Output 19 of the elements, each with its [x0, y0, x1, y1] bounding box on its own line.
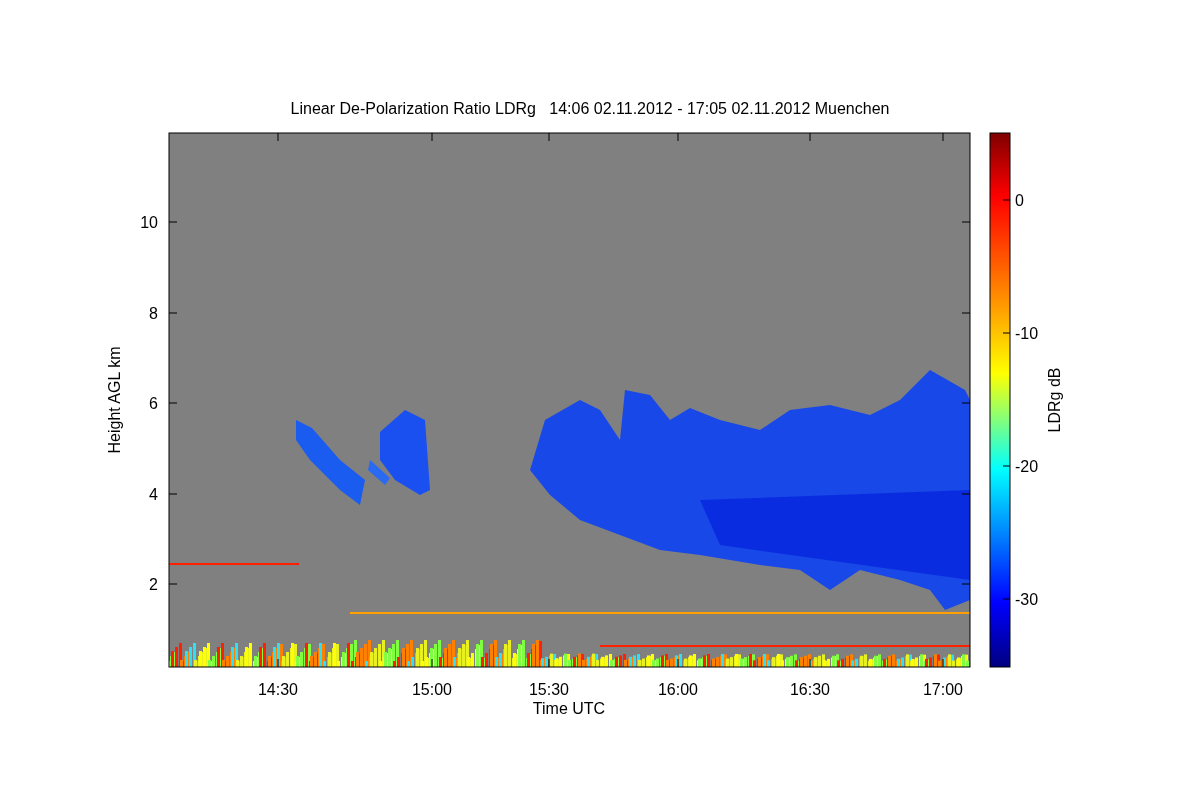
x-tick-label: 16:00 [658, 681, 698, 698]
colorbar-label: LDRg dB [1046, 367, 1063, 433]
y-axis-label: Height AGL km [106, 346, 123, 454]
y-tick-label: 4 [149, 486, 158, 503]
x-tick-label: 17:00 [923, 681, 963, 698]
colorbar-tick-label: -20 [1015, 458, 1039, 475]
colorbar-tick-label: 0 [1015, 192, 1024, 209]
colorbar-tick-label: -30 [1015, 591, 1039, 608]
x-tick-label: 14:30 [258, 681, 298, 698]
x-tick-label: 15:00 [412, 681, 452, 698]
y-tick-label: 8 [149, 305, 158, 322]
colorbar-tick-label: -10 [1015, 325, 1039, 342]
x-axis-label: Time UTC [532, 700, 606, 717]
x-tick-label: 15:30 [529, 681, 569, 698]
y-tick-label: 10 [140, 214, 158, 231]
y-tick-label: 2 [149, 576, 158, 593]
chart-title: Linear De-Polarization Ratio LDRg 14:06 02.11.2012 - 17:05 02.11.2012 Muenchen [290, 100, 890, 117]
y-tick-label: 6 [149, 395, 158, 412]
x-tick-label: 16:30 [790, 681, 830, 698]
